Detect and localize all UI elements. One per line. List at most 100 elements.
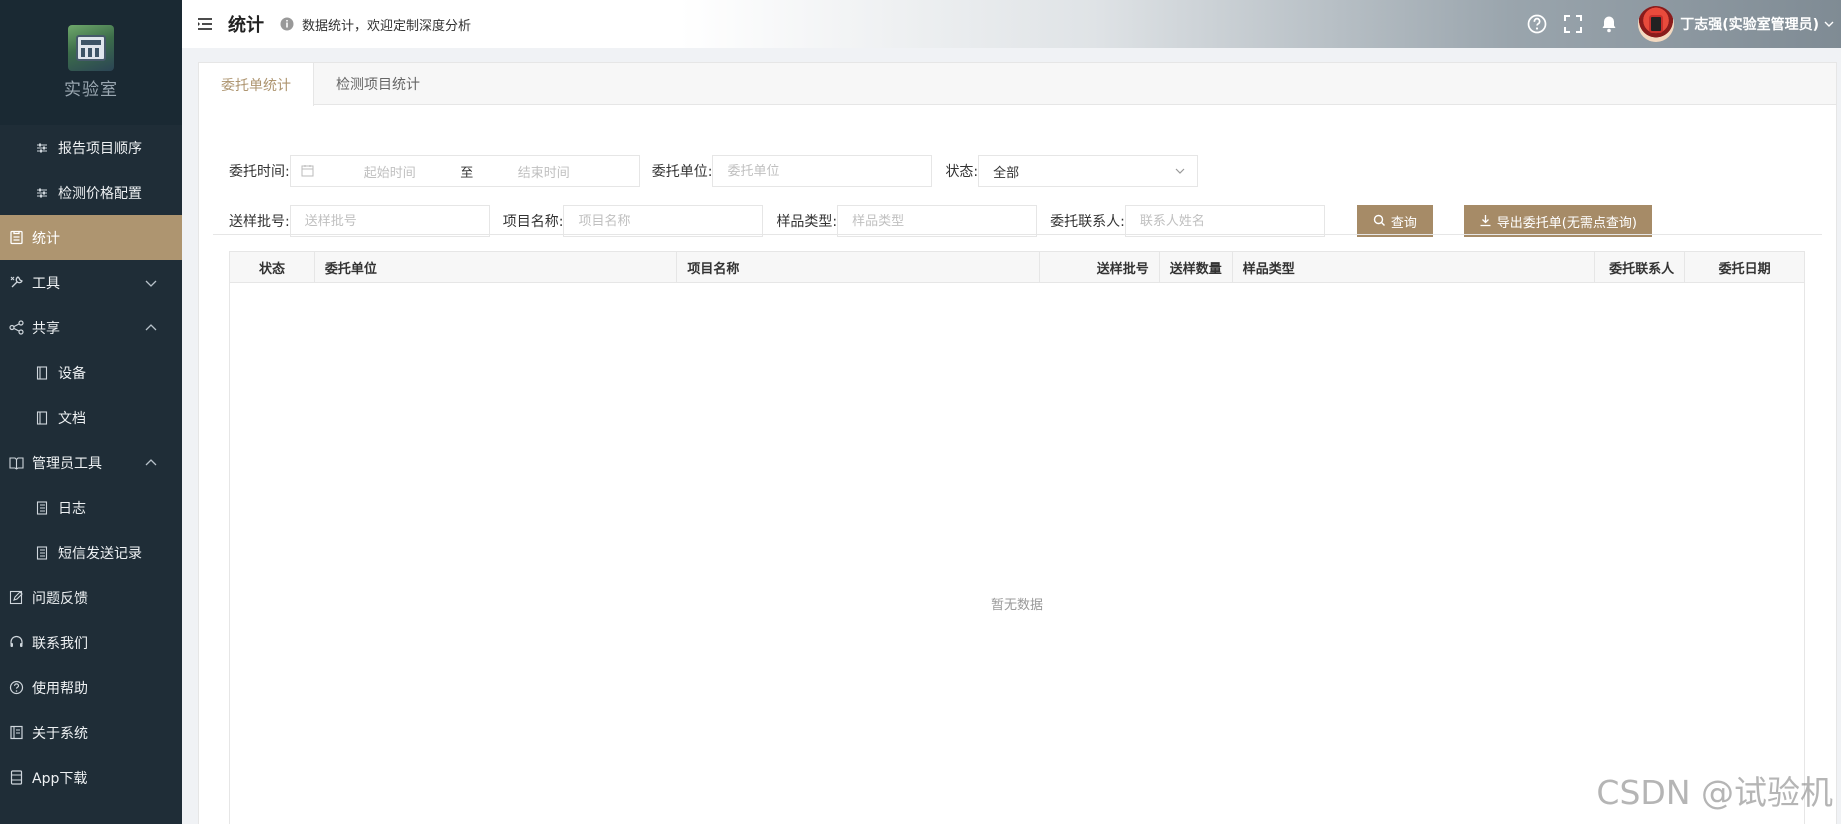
logo-text: 实验室 — [64, 80, 118, 100]
tab-item-statistics[interactable]: 检测项目统计 — [314, 63, 442, 105]
column-header-status[interactable]: 状态 — [230, 252, 315, 282]
lab-logo-icon — [68, 25, 114, 71]
calendar-icon — [301, 164, 315, 178]
chevron-up-icon — [144, 456, 158, 470]
sidebar-item-label: 共享 — [32, 320, 60, 337]
sidebar-item-label: 文档 — [58, 410, 86, 427]
sidebar-item-label: 工具 — [32, 275, 60, 292]
sidebar-item-label: 统计 — [32, 230, 60, 247]
document-icon — [34, 410, 50, 426]
chevron-down-icon — [1173, 164, 1187, 178]
contact-input[interactable] — [1139, 213, 1324, 229]
search-button[interactable]: 查询 — [1356, 205, 1433, 237]
share-icon — [8, 320, 24, 336]
info-icon — [280, 17, 294, 31]
download-icon — [1479, 214, 1493, 228]
project-input[interactable] — [578, 213, 763, 229]
page-title: 统计 — [228, 15, 264, 36]
fullscreen-icon[interactable] — [1562, 13, 1584, 35]
sidebar-item-report-order[interactable]: 报告项目顺序 — [0, 125, 182, 170]
end-time-input[interactable]: 结束时间 — [479, 162, 609, 181]
tools-icon — [8, 275, 24, 291]
sidebar-item-label: 短信发送记录 — [58, 545, 142, 562]
orders-table: 状态 委托单位 项目名称 送样批号 送样数量 样品类型 委托联系人 委托日期 暂… — [229, 251, 1805, 824]
sidebar: 实验室 报告项目顺序 检测价格配置 统计 工具 共享 设备 文档 管理员工具 日… — [0, 0, 182, 824]
project-label: 项目名称: — [502, 214, 564, 230]
contact-label: 委托联系人: — [1050, 214, 1125, 230]
tab-order-statistics[interactable]: 委托单统计 — [199, 63, 314, 106]
column-header-date[interactable]: 委托日期 — [1685, 252, 1804, 282]
menu-toggle-icon[interactable] — [196, 15, 214, 33]
sliders-icon — [34, 185, 50, 201]
sidebar-item-tools[interactable]: 工具 — [0, 260, 182, 305]
feedback-icon — [8, 590, 24, 606]
headset-icon — [8, 635, 24, 651]
chevron-down-icon — [144, 276, 158, 290]
sidebar-item-sms-records[interactable]: 短信发送记录 — [0, 530, 182, 575]
sample-input[interactable] — [852, 213, 1037, 229]
time-label: 委托时间: — [229, 164, 290, 180]
start-time-input[interactable]: 起始时间 — [325, 162, 455, 181]
sidebar-item-documents[interactable]: 文档 — [0, 395, 182, 440]
search-icon — [1373, 214, 1387, 228]
main-content: 委托单统计 检测项目统计 委托时间: 起始时间 至 结束时间 委托单位: 状态:… — [198, 62, 1837, 824]
batch-label: 送样批号: — [229, 214, 290, 230]
sidebar-item-label: App下载 — [32, 770, 88, 787]
sidebar-item-label: 管理员工具 — [32, 455, 102, 472]
date-range-picker[interactable]: 起始时间 至 结束时间 — [289, 155, 640, 187]
sidebar-item-label: 联系我们 — [32, 635, 88, 652]
sidebar-item-label: 设备 — [58, 365, 86, 382]
column-header-project[interactable]: 项目名称 — [677, 252, 1040, 282]
sidebar-item-admin-tools[interactable]: 管理员工具 — [0, 440, 182, 485]
status-label: 状态: — [945, 164, 979, 180]
sidebar-item-label: 日志 — [58, 500, 86, 517]
column-header-batch[interactable]: 送样批号 — [1040, 252, 1160, 282]
user-name[interactable]: 丁志强(实验室管理员) — [1680, 14, 1819, 34]
column-header-contact[interactable]: 委托联系人 — [1595, 252, 1686, 282]
sidebar-item-about[interactable]: 关于系统 — [0, 710, 182, 755]
chevron-up-icon — [144, 321, 158, 335]
sidebar-item-price-config[interactable]: 检测价格配置 — [0, 170, 182, 215]
sidebar-item-feedback[interactable]: 问题反馈 — [0, 575, 182, 620]
log-icon — [34, 500, 50, 516]
status-select[interactable]: 全部 — [978, 155, 1199, 187]
help-icon[interactable] — [1526, 13, 1548, 35]
sidebar-item-label: 关于系统 — [32, 725, 88, 742]
range-separator: 至 — [460, 165, 474, 181]
sidebar-item-devices[interactable]: 设备 — [0, 350, 182, 395]
sidebar-item-logs[interactable]: 日志 — [0, 485, 182, 530]
sliders-icon — [34, 140, 50, 156]
sidebar-item-label: 检测价格配置 — [58, 185, 142, 202]
unit-input-wrap — [712, 155, 933, 187]
sidebar-item-help[interactable]: 使用帮助 — [0, 665, 182, 710]
column-header-sample-type[interactable]: 样品类型 — [1233, 252, 1596, 282]
export-button-label: 导出委托单(无需点查询) — [1496, 215, 1637, 231]
sidebar-item-share[interactable]: 共享 — [0, 305, 182, 350]
chart-doc-icon — [8, 230, 24, 246]
unit-input[interactable] — [727, 163, 932, 179]
sidebar-item-app-download[interactable]: App下载 — [0, 755, 182, 800]
sidebar-menu: 报告项目顺序 检测价格配置 统计 工具 共享 设备 文档 管理员工具 日志 短信… — [0, 125, 182, 800]
about-icon — [8, 725, 24, 741]
top-header: 统计 数据统计，欢迎定制深度分析 丁志强(实验室管理员) — [182, 0, 1841, 48]
device-icon — [34, 365, 50, 381]
logo-area: 实验室 — [0, 0, 182, 125]
export-button[interactable]: 导出委托单(无需点查询) — [1463, 205, 1652, 237]
chevron-down-icon[interactable] — [1823, 18, 1835, 30]
unit-label: 委托单位: — [651, 164, 713, 180]
empty-state-text: 暂无数据 — [990, 598, 1043, 613]
book-icon — [8, 455, 24, 471]
bell-icon[interactable] — [1598, 13, 1620, 35]
avatar[interactable] — [1638, 6, 1675, 42]
batch-input[interactable] — [304, 213, 489, 229]
column-header-quantity[interactable]: 送样数量 — [1160, 252, 1233, 282]
sidebar-item-contact[interactable]: 联系我们 — [0, 620, 182, 665]
sidebar-item-label: 报告项目顺序 — [58, 140, 142, 157]
sidebar-item-statistics[interactable]: 统计 — [0, 215, 182, 260]
column-header-unit[interactable]: 委托单位 — [315, 252, 678, 282]
tab-bar: 委托单统计 检测项目统计 — [199, 63, 1836, 106]
app-icon — [8, 770, 24, 786]
search-button-label: 查询 — [1390, 215, 1417, 231]
batch-input-wrap — [289, 205, 490, 237]
sample-input-wrap — [837, 205, 1038, 237]
